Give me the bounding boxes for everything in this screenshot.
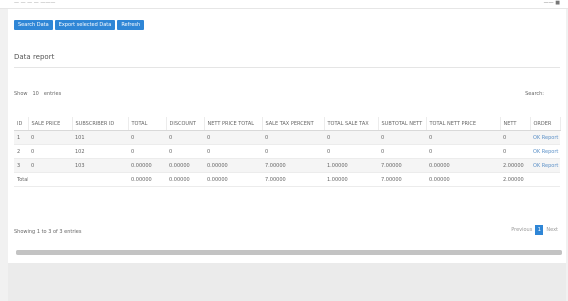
- section-title: Data report: [14, 53, 55, 61]
- table-cell: 0: [262, 144, 324, 159]
- table-cell: 0: [28, 130, 72, 145]
- toolbar: Search Data Export selected Data Refresh: [14, 20, 145, 30]
- page-length-select[interactable]: 10: [33, 91, 39, 97]
- table-cell: 0: [204, 144, 262, 159]
- footer-area: [8, 263, 566, 301]
- order-report-link[interactable]: OK Report: [530, 158, 560, 173]
- column-header[interactable]: DISCOUNT: [166, 117, 205, 131]
- next-page-button[interactable]: Next: [546, 227, 558, 233]
- column-header[interactable]: TOTAL: [128, 117, 167, 131]
- table-cell: 0: [204, 130, 262, 145]
- table-cell: 0: [28, 158, 72, 173]
- table-cell: 0: [128, 144, 166, 159]
- table-cell: 102: [72, 144, 128, 159]
- table-cell: 2: [14, 144, 28, 159]
- column-header[interactable]: TOTAL SALE TAX: [324, 117, 379, 131]
- search-input[interactable]: [546, 89, 558, 97]
- table-cell: 0.00000: [204, 172, 262, 187]
- export-selected-button[interactable]: Export selected Data: [54, 20, 116, 30]
- table-cell: Total: [14, 172, 28, 187]
- table-cell: [72, 172, 128, 187]
- table-total-row: Total 0.00000 0.00000 0.00000 7.00000 1.…: [14, 172, 560, 187]
- table-cell: 0: [426, 130, 500, 145]
- column-header[interactable]: ID: [14, 117, 29, 131]
- table-cell: 7.00000: [378, 172, 426, 187]
- table-cell: 7.00000: [262, 158, 324, 173]
- top-right-controls[interactable]: —— ■: [544, 0, 560, 6]
- report-panel: Search Data Export selected Data Refresh…: [8, 9, 566, 271]
- search-label: Search:: [525, 91, 544, 97]
- column-header[interactable]: ORDER: [530, 117, 561, 131]
- table-cell: 0: [426, 144, 500, 159]
- data-table: ID SALE PRICE SUBSCRIBER ID TOTAL DISCOU…: [14, 117, 561, 187]
- table-cell: 2.00000: [500, 172, 530, 187]
- table-cell: 0.00000: [166, 158, 204, 173]
- table-cell: 7.00000: [378, 158, 426, 173]
- table-row[interactable]: 2 0 102 0 0 0 0 0 0 0 0 OK Report: [14, 144, 560, 159]
- table-cell: [530, 172, 560, 187]
- table-cell: 1.00000: [324, 172, 378, 187]
- table-cell: 0: [28, 144, 72, 159]
- page-1-button[interactable]: 1: [535, 225, 544, 235]
- table-cell: 0: [378, 144, 426, 159]
- page-length-control: Show 10 entries: [14, 91, 61, 97]
- table-cell: 0: [500, 130, 530, 145]
- table-row[interactable]: 1 0 101 0 0 0 0 0 0 0 0 OK Report: [14, 130, 560, 145]
- pagination: Previous 1 Next: [511, 225, 558, 235]
- search-data-button[interactable]: Search Data: [14, 20, 53, 30]
- page: — — — — ——— —— ■ Search Data Export sele…: [0, 0, 568, 301]
- table-cell: 0: [166, 130, 204, 145]
- table-cell: 0: [166, 144, 204, 159]
- table-cell: [28, 172, 72, 187]
- table-header-row: ID SALE PRICE SUBSCRIBER ID TOTAL DISCOU…: [14, 117, 561, 131]
- column-header[interactable]: SUBSCRIBER ID: [72, 117, 129, 131]
- table-cell: 0: [378, 130, 426, 145]
- table-cell: 0.00000: [204, 158, 262, 173]
- table-cell: 0.00000: [166, 172, 204, 187]
- table-cell: 103: [72, 158, 128, 173]
- table-cell: 0.00000: [426, 172, 500, 187]
- table-cell: 0: [324, 130, 378, 145]
- table-cell: 0.00000: [128, 172, 166, 187]
- refresh-button[interactable]: Refresh: [117, 20, 145, 30]
- table-cell: 0.00000: [426, 158, 500, 173]
- order-report-link[interactable]: OK Report: [530, 130, 560, 145]
- column-header[interactable]: SALE PRICE: [28, 117, 73, 131]
- horizontal-scrollbar[interactable]: [16, 250, 562, 255]
- entries-label: entries: [43, 91, 62, 97]
- scrollbar-thumb[interactable]: [16, 250, 562, 255]
- column-header[interactable]: SUBTOTAL NETT: [378, 117, 427, 131]
- table-cell: 1.00000: [324, 158, 378, 173]
- show-label: Show: [14, 91, 28, 97]
- previous-page-button[interactable]: Previous: [511, 227, 532, 233]
- divider: [14, 67, 560, 68]
- table-cell: 101: [72, 130, 128, 145]
- table-cell: 0: [262, 130, 324, 145]
- column-header[interactable]: NETT PRICE TOTAL: [204, 117, 263, 131]
- order-report-link[interactable]: OK Report: [530, 144, 560, 159]
- table-cell: 0: [500, 144, 530, 159]
- breadcrumb: — — — — ———: [14, 0, 56, 6]
- table-cell: 0: [128, 130, 166, 145]
- table-cell: 7.00000: [262, 172, 324, 187]
- table-cell: 2.00000: [500, 158, 530, 173]
- table-info: Showing 1 to 3 of 3 entries: [14, 229, 82, 235]
- table-cell: 1: [14, 130, 28, 145]
- table-cell: 0.00000: [128, 158, 166, 173]
- table-row[interactable]: 3 0 103 0.00000 0.00000 0.00000 7.00000 …: [14, 158, 560, 173]
- column-header[interactable]: NETT: [500, 117, 531, 131]
- column-header[interactable]: TOTAL NETT PRICE: [426, 117, 501, 131]
- table-cell: 3: [14, 158, 28, 173]
- top-bar: — — — — ——— —— ■: [0, 0, 568, 9]
- table-cell: 0: [324, 144, 378, 159]
- column-header[interactable]: SALE TAX PERCENT: [262, 117, 325, 131]
